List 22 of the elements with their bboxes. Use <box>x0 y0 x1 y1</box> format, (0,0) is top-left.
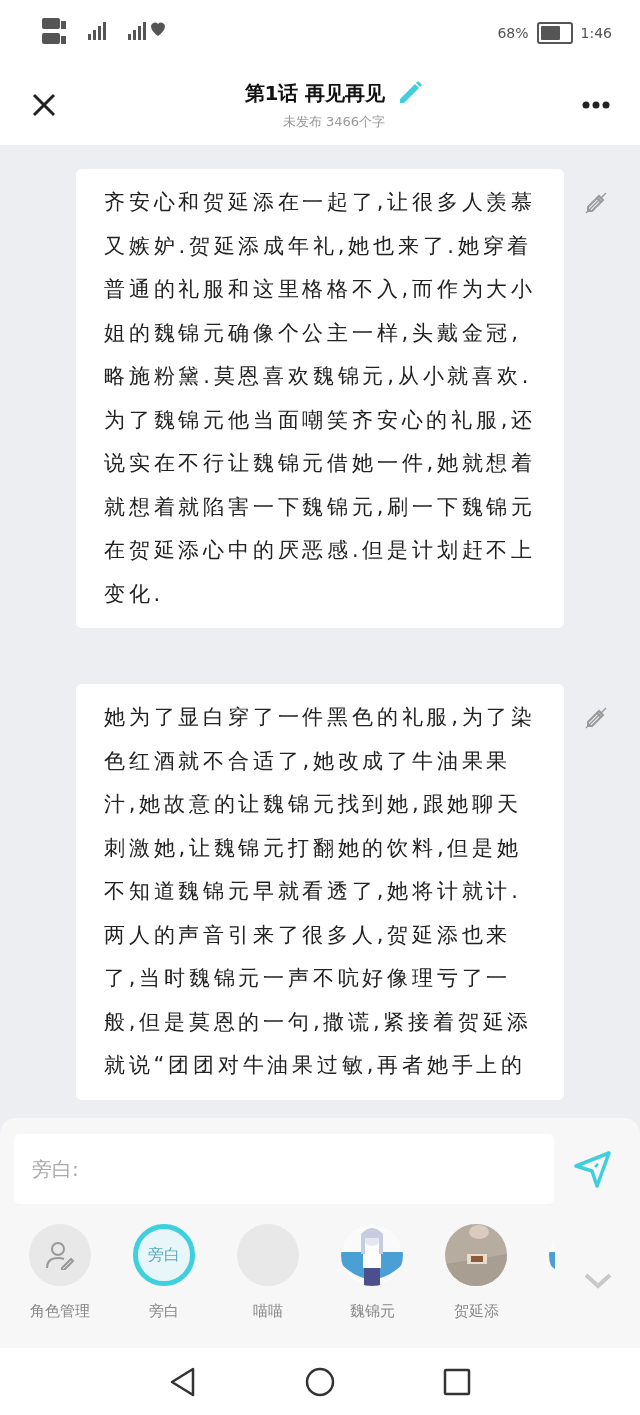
chapter-title: 第1话 再见再见 <box>244 79 386 107</box>
message-field[interactable]: 旁白: <box>14 1134 554 1204</box>
clock: 1:46 <box>580 24 612 41</box>
battery-percent: 68% <box>497 24 529 41</box>
more-icon[interactable] <box>582 101 610 109</box>
word-count: 未发布 3466个字 <box>282 112 386 131</box>
back-icon[interactable] <box>169 1366 197 1397</box>
person-edit-icon <box>45 1240 75 1270</box>
send-icon[interactable] <box>574 1150 612 1188</box>
paragraph-text: 她为了显白穿了一件黑色的礼服,为了染色红酒就不合适了,她改成了牛油果果汁,她故意的让魏锦元找到她,跟她聊天刺激她,让魏锦元打翻她的饮料,但是她不知道魏锦元早就看透了,她将计就计.两人的声音引来了很多人,贺延添也来了,当时魏锦元一声不吭好像理亏了一般,但是莫恩的一句,撒谎,紧接着贺延添就说“团团对牛油果过敏,再者她手上的 <box>104 704 538 1079</box>
home-icon[interactable] <box>305 1366 335 1397</box>
signal-icon <box>40 15 165 46</box>
close-icon[interactable] <box>32 93 56 117</box>
edit-icon[interactable] <box>584 191 608 215</box>
avatar-label: 旁白 <box>148 1244 180 1266</box>
recents-icon[interactable] <box>443 1367 471 1396</box>
pencil-icon[interactable] <box>397 80 424 106</box>
chevron-down-icon[interactable] <box>584 1273 612 1289</box>
edit-icon[interactable] <box>584 706 608 730</box>
battery-icon <box>536 21 573 44</box>
character-item[interactable]: 喵喵 <box>236 1224 300 1321</box>
paragraph-text: 齐安心和贺延添在一起了,让很多人羡慕又嫉妒.贺延添成年礼,她也来了.她穿着普通的礼服和这里格格不入,而作为大小姐的魏锦元确像个公主一样,头戴金冠,略施粉黛.莫恩喜欢魏锦元,从小就喜欢.为了魏锦元他当面嘲笑齐安心的礼服,还说实在不行让魏锦元借她一件,她就想着就想着就陷害一下魏锦元,刷一下魏锦元在贺延添心中的厌恶感.但是计划赶不上变化. <box>104 189 538 608</box>
